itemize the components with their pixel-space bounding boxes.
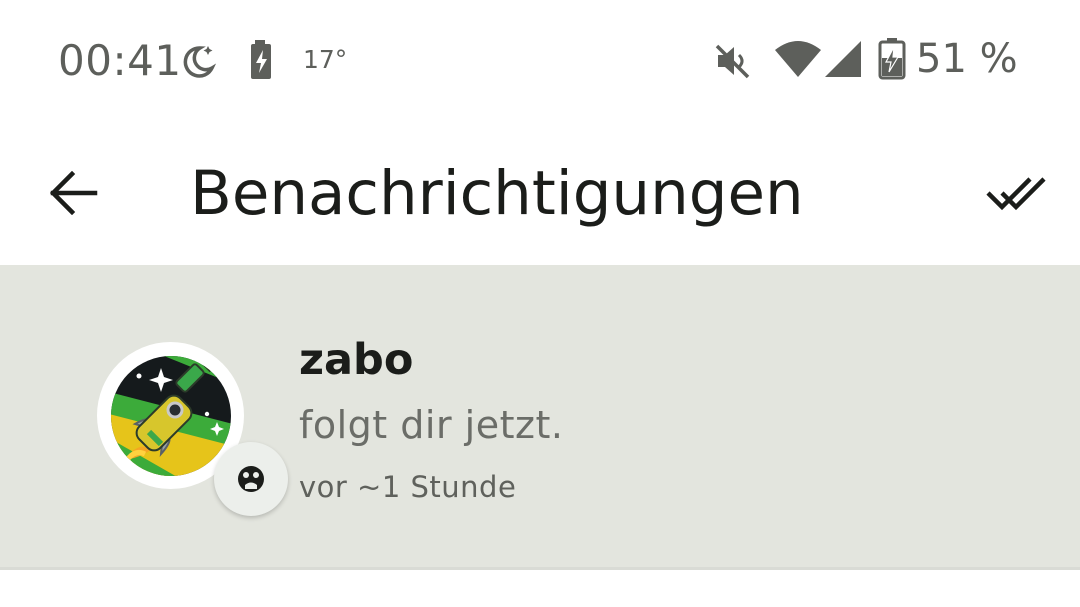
status-battery-percent: 51 % [916, 36, 1018, 82]
status-time: 00:41 [58, 36, 182, 85]
rocket-bottle-avatar [110, 355, 231, 476]
charging-battery-icon [251, 40, 271, 79]
double-check-icon [986, 177, 1046, 211]
divider [0, 567, 1080, 570]
notification-item[interactable]: zabo folgt dir jetzt. vor ~1 Stunde [0, 265, 1080, 567]
status-bar: 00:41 17° 51 % [0, 0, 1080, 120]
follow-face-icon [238, 466, 264, 492]
battery-charging-icon [878, 38, 906, 80]
muted-speaker-icon [715, 44, 750, 79]
wifi-icon [775, 41, 821, 77]
notification-action-text: folgt dir jetzt. [299, 403, 564, 447]
page-title: Benachrichtigungen [190, 158, 804, 229]
do-not-disturb-moon-icon [183, 46, 217, 78]
notification-username[interactable]: zabo [299, 335, 413, 385]
cell-signal-icon [825, 41, 861, 77]
app-bar: Benachrichtigungen [0, 120, 1080, 265]
status-temperature: 17° [303, 45, 348, 74]
back-button[interactable] [30, 160, 118, 226]
notification-list: zabo folgt dir jetzt. vor ~1 Stunde [0, 265, 1080, 607]
notification-timestamp: vor ~1 Stunde [299, 470, 517, 504]
mark-all-read-button[interactable] [972, 160, 1062, 226]
follow-badge [214, 442, 288, 516]
arrow-back-icon [50, 171, 98, 215]
